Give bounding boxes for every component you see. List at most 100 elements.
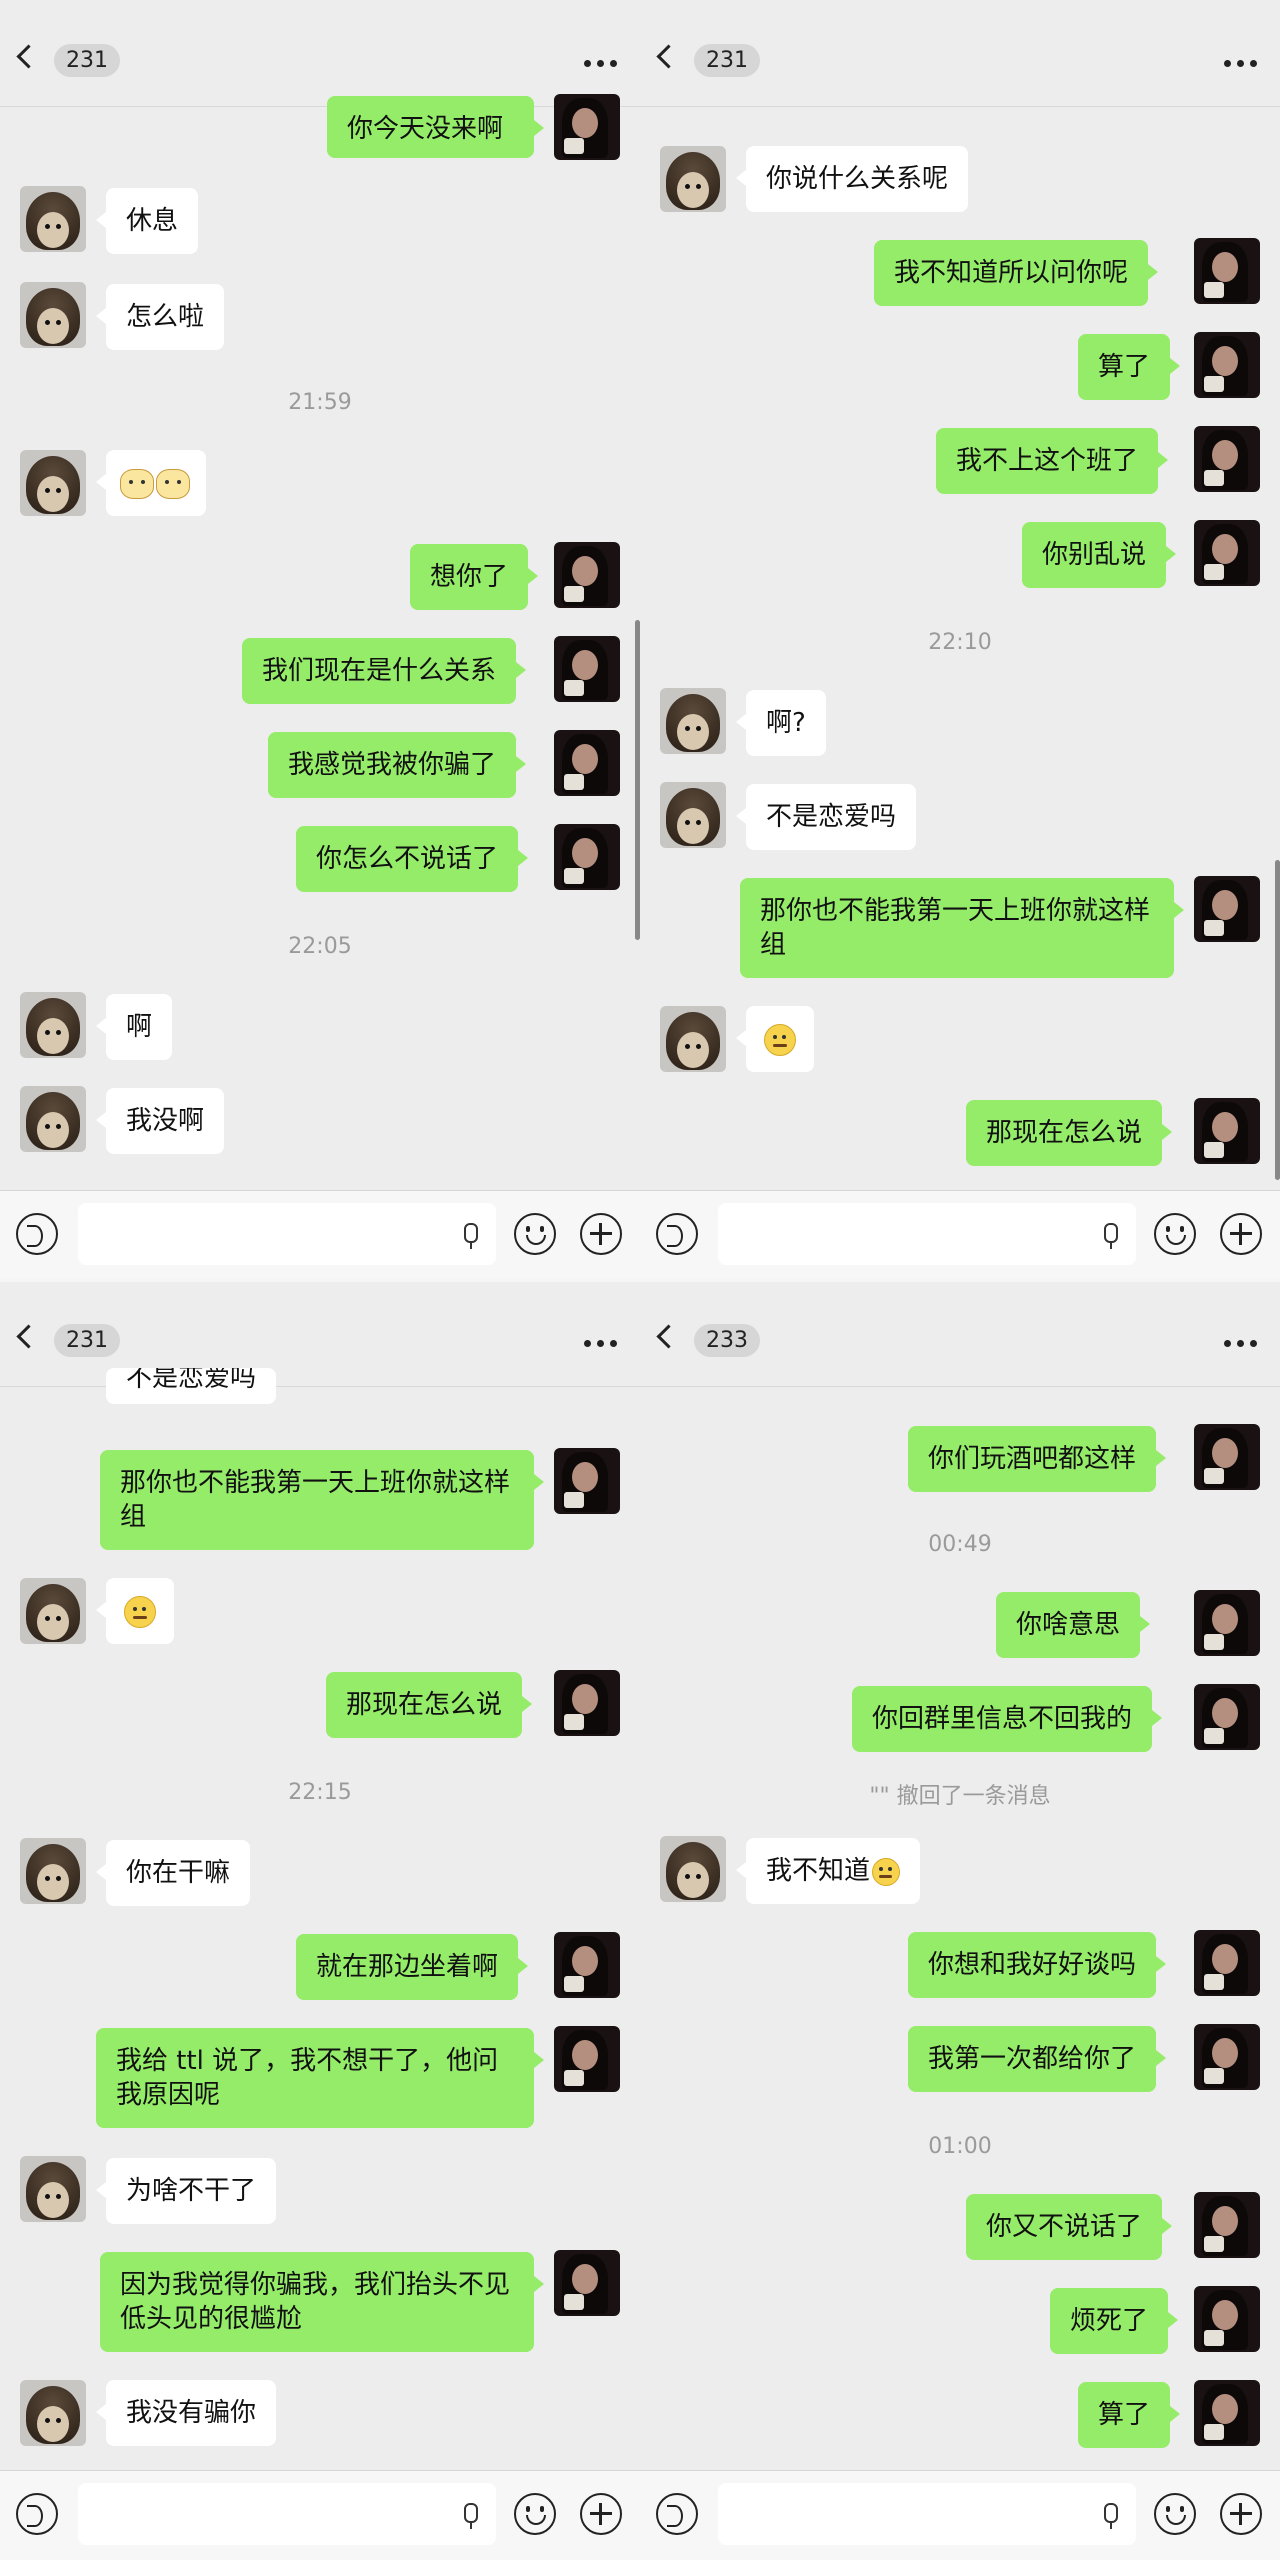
message-bubble-outgoing[interactable]: 你回群里信息不回我的 (852, 1686, 1163, 1752)
message-bubble-incoming[interactable] (96, 1578, 174, 1644)
avatar-contact[interactable] (20, 282, 86, 348)
scrollbar[interactable] (1275, 860, 1280, 1180)
avatar-self[interactable] (1194, 876, 1260, 942)
voice-input-button[interactable] (656, 1213, 698, 1255)
avatar-self[interactable] (1194, 2286, 1260, 2352)
avatar-contact[interactable] (20, 1578, 86, 1644)
plus-button[interactable] (580, 1213, 622, 1255)
more-options-button[interactable] (584, 60, 618, 67)
message-bubble-outgoing[interactable]: 你怎么不说话了 (296, 826, 529, 892)
message-input[interactable] (718, 1203, 1136, 1265)
message-bubble-outgoing[interactable]: 你今天没来啊 (327, 96, 544, 158)
avatar-self[interactable] (1194, 1590, 1260, 1656)
avatar-contact[interactable] (660, 688, 726, 754)
more-options-button[interactable] (1224, 1340, 1258, 1347)
message-bubble-incoming[interactable] (96, 450, 206, 516)
message-bubble-outgoing[interactable]: 那你也不能我第一天上班你就这样组 (100, 1450, 544, 1550)
message-bubble-outgoing[interactable]: 我给 ttl 说了，我不想干了，他问我原因呢 (96, 2028, 544, 2128)
microphone-icon[interactable] (464, 2503, 478, 2529)
avatar-self[interactable] (554, 2026, 620, 2092)
message-bubble-outgoing[interactable]: 那你也不能我第一天上班你就这样组 (740, 878, 1184, 978)
avatar-self[interactable] (1194, 238, 1260, 304)
avatar-contact[interactable] (660, 1006, 726, 1072)
plus-button[interactable] (580, 2493, 622, 2535)
avatar-contact[interactable] (660, 146, 726, 212)
message-bubble-outgoing[interactable]: 你别乱说 (1022, 522, 1177, 588)
message-bubble-outgoing[interactable]: 那现在怎么说 (966, 1100, 1173, 1166)
avatar-self[interactable] (554, 636, 620, 702)
back-button[interactable] (656, 40, 687, 74)
avatar-self[interactable] (1194, 1424, 1260, 1490)
avatar-self[interactable] (1194, 426, 1260, 492)
avatar-contact[interactable] (660, 782, 726, 848)
message-bubble-outgoing[interactable]: 我不知道所以问你呢 (874, 240, 1159, 306)
avatar-self[interactable] (554, 94, 620, 160)
voice-input-button[interactable] (656, 2493, 698, 2535)
plus-button[interactable] (1220, 2493, 1262, 2535)
avatar-self[interactable] (554, 824, 620, 890)
emoji-button[interactable] (1154, 1213, 1196, 1255)
message-bubble-incoming[interactable]: 不是恋爱吗 (106, 1368, 277, 1404)
avatar-self[interactable] (554, 730, 620, 796)
avatar-self[interactable] (1194, 332, 1260, 398)
voice-input-button[interactable] (16, 2493, 58, 2535)
microphone-icon[interactable] (1104, 2503, 1118, 2529)
avatar-self[interactable] (554, 2250, 620, 2316)
avatar-contact[interactable] (20, 2156, 86, 2222)
back-button[interactable] (16, 1320, 47, 1354)
more-options-button[interactable] (1224, 60, 1258, 67)
more-options-button[interactable] (584, 1340, 618, 1347)
avatar-contact[interactable] (20, 1086, 86, 1152)
avatar-contact[interactable] (20, 1838, 86, 1904)
message-bubble-incoming[interactable]: 你在干嘛 (95, 1840, 251, 1906)
back-button[interactable] (16, 40, 47, 74)
avatar-self[interactable] (554, 542, 620, 608)
message-bubble-outgoing[interactable]: 你想和我好好谈吗 (908, 1932, 1167, 1998)
message-bubble-incoming[interactable]: 我没有骗你 (95, 2380, 277, 2446)
message-bubble-outgoing[interactable]: 我感觉我被你骗了 (268, 732, 527, 798)
message-bubble-outgoing[interactable]: 我第一次都给你了 (908, 2026, 1167, 2092)
microphone-icon[interactable] (464, 1223, 478, 1249)
message-bubble-outgoing[interactable]: 烦死了 (1050, 2288, 1179, 2354)
message-bubble-outgoing[interactable]: 那现在怎么说 (326, 1672, 533, 1738)
message-bubble-outgoing[interactable]: 算了 (1078, 334, 1181, 400)
message-bubble-outgoing[interactable]: 你啥意思 (996, 1592, 1151, 1658)
message-bubble-outgoing[interactable]: 你又不说话了 (966, 2194, 1173, 2260)
message-bubble-outgoing[interactable]: 算了 (1078, 2382, 1181, 2448)
emoji-button[interactable] (514, 2493, 556, 2535)
avatar-self[interactable] (554, 1932, 620, 1998)
message-bubble-incoming[interactable]: 怎么啦 (95, 284, 225, 350)
message-bubble-incoming[interactable]: 我不知道 (735, 1838, 921, 1904)
voice-input-button[interactable] (16, 1213, 58, 1255)
message-bubble-outgoing[interactable]: 你们玩酒吧都这样 (908, 1426, 1167, 1492)
message-bubble-incoming[interactable]: 不是恋爱吗 (735, 784, 917, 850)
plus-button[interactable] (1220, 1213, 1262, 1255)
avatar-contact[interactable] (20, 186, 86, 252)
avatar-self[interactable] (1194, 2024, 1260, 2090)
microphone-icon[interactable] (1104, 1223, 1118, 1249)
avatar-self[interactable] (1194, 1098, 1260, 1164)
avatar-contact[interactable] (20, 2380, 86, 2446)
message-input[interactable] (718, 2483, 1136, 2545)
message-input[interactable] (78, 2483, 496, 2545)
message-bubble-incoming[interactable]: 啊 (95, 994, 173, 1060)
message-bubble-incoming[interactable]: 休息 (95, 188, 199, 254)
emoji-button[interactable] (514, 1213, 556, 1255)
message-bubble-incoming[interactable] (736, 1006, 814, 1072)
message-bubble-outgoing[interactable]: 我不上这个班了 (936, 428, 1169, 494)
message-bubble-incoming[interactable]: 我没啊 (95, 1088, 225, 1154)
avatar-self[interactable] (1194, 2380, 1260, 2446)
back-button[interactable] (656, 1320, 687, 1354)
avatar-self[interactable] (1194, 1930, 1260, 1996)
avatar-self[interactable] (1194, 520, 1260, 586)
message-bubble-outgoing[interactable]: 我们现在是什么关系 (242, 638, 527, 704)
avatar-contact[interactable] (660, 1836, 726, 1902)
message-bubble-outgoing[interactable]: 因为我觉得你骗我，我们抬头不见低头见的很尴尬 (100, 2252, 544, 2352)
avatar-self[interactable] (1194, 1684, 1260, 1750)
avatar-self[interactable] (1194, 2192, 1260, 2258)
message-bubble-incoming[interactable]: 为啥不干了 (95, 2158, 277, 2224)
message-input[interactable] (78, 1203, 496, 1265)
avatar-contact[interactable] (20, 450, 86, 516)
avatar-contact[interactable] (20, 992, 86, 1058)
message-bubble-outgoing[interactable]: 想你了 (410, 544, 539, 610)
